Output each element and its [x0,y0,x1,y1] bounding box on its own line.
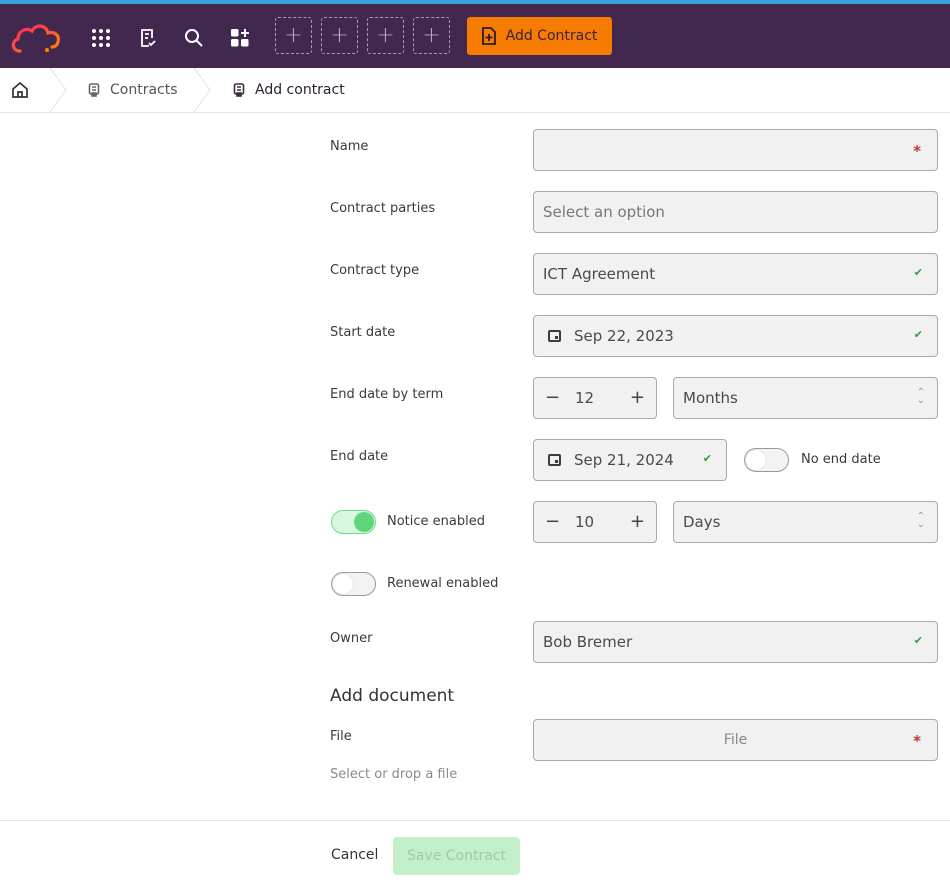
check-icon: ✔ [913,328,923,341]
start-date-value: Sep 22, 2023 [574,327,674,345]
add-document-heading: Add document [330,686,455,706]
cancel-button[interactable]: Cancel [331,847,378,863]
owner-label: Owner [330,631,373,646]
notice-unit-select[interactable]: Days ⌃ ⌄ [673,501,938,543]
calendar-icon[interactable] [548,454,561,466]
increment-button[interactable]: + [630,511,645,532]
home-icon [12,81,28,98]
contract-icon [88,83,100,97]
term-amount-stepper[interactable]: − 12 + [533,377,657,419]
footer-divider [0,820,950,821]
shortcut-slot-2[interactable]: + [321,17,358,54]
required-indicator: * [913,732,921,750]
start-date-label: Start date [330,325,396,340]
shortcut-slot-1[interactable]: + [275,17,312,54]
file-plus-icon [481,27,496,45]
decrement-button[interactable]: − [545,387,560,408]
contract-type-select[interactable]: ICT Agreement ✔ [533,253,938,295]
owner-value: Bob Bremer [543,633,633,651]
renewal-enabled-toggle[interactable] [331,572,376,596]
file-label: File [330,729,352,744]
plus-icon: + [422,23,441,48]
end-date-by-term-label: End date by term [330,387,444,402]
no-end-date-label: No end date [801,452,881,467]
decrement-button[interactable]: − [545,511,560,532]
notice-enabled-label: Notice enabled [387,514,485,529]
breadcrumb-separator [49,68,67,112]
required-indicator: * [913,142,921,160]
calendar-icon[interactable] [548,330,561,342]
contract-type-label: Contract type [330,263,420,278]
apps-grid-icon[interactable] [87,24,115,52]
end-date-input[interactable]: Sep 21, 2024 ✔ [533,439,727,481]
breadcrumb-item-add-contract: Add contract [233,68,345,112]
end-date-value: Sep 21, 2024 [574,451,674,469]
updown-chevron-icon: ⌃ ⌄ [916,511,925,530]
plus-icon: + [284,23,303,48]
notice-amount-stepper[interactable]: − 10 + [533,501,657,543]
end-date-label: End date [330,449,389,464]
updown-chevron-icon: ⌃ ⌄ [916,387,925,406]
plus-icon: + [376,23,395,48]
breadcrumb-home[interactable] [11,68,29,112]
check-icon: ✔ [913,634,923,647]
renewal-enabled-label: Renewal enabled [387,576,499,591]
check-icon: ✔ [913,266,923,279]
cloud-logo-icon[interactable] [10,21,66,55]
breadcrumb-item-contracts[interactable]: Contracts [88,68,178,112]
checklist-icon[interactable] [134,24,162,52]
no-end-date-toggle[interactable] [744,448,789,472]
add-contract-label: Add Contract [505,28,598,44]
add-widget-icon[interactable] [226,24,254,52]
add-contract-button[interactable]: Add Contract [467,17,612,55]
search-icon[interactable] [180,24,208,52]
contract-parties-select[interactable]: Select an option [533,191,938,233]
contract-parties-label: Contract parties [330,201,436,216]
breadcrumb-label: Add contract [255,82,345,98]
file-placeholder: File [723,732,748,748]
save-contract-button[interactable]: Save Contract [393,837,520,875]
name-input[interactable]: * [533,129,938,171]
file-input[interactable]: File * [533,719,938,761]
check-icon: ✔ [702,452,712,465]
term-unit-select[interactable]: Months ⌃ ⌄ [673,377,938,419]
contract-type-value: ICT Agreement [543,265,656,283]
plus-icon: + [330,23,349,48]
name-label: Name [330,139,369,154]
top-navigation-bar: + + + + Add Contract [0,4,950,68]
notice-unit-value: Days [683,513,721,531]
breadcrumb-separator [193,68,211,112]
term-amount-value: 12 [575,389,595,407]
breadcrumb-label: Contracts [110,82,178,98]
breadcrumb: Contracts Add contract [0,68,950,113]
term-unit-value: Months [683,389,738,407]
increment-button[interactable]: + [630,387,645,408]
file-hint: Select or drop a file [330,767,458,782]
start-date-input[interactable]: Sep 22, 2023 ✔ [533,315,938,357]
notice-enabled-toggle[interactable] [331,510,376,534]
shortcut-slot-3[interactable]: + [367,17,404,54]
shortcut-slot-4[interactable]: + [413,17,450,54]
contract-icon [233,83,245,97]
owner-select[interactable]: Bob Bremer ✔ [533,621,938,663]
contract-parties-placeholder: Select an option [543,203,665,221]
notice-amount-value: 10 [575,513,595,531]
